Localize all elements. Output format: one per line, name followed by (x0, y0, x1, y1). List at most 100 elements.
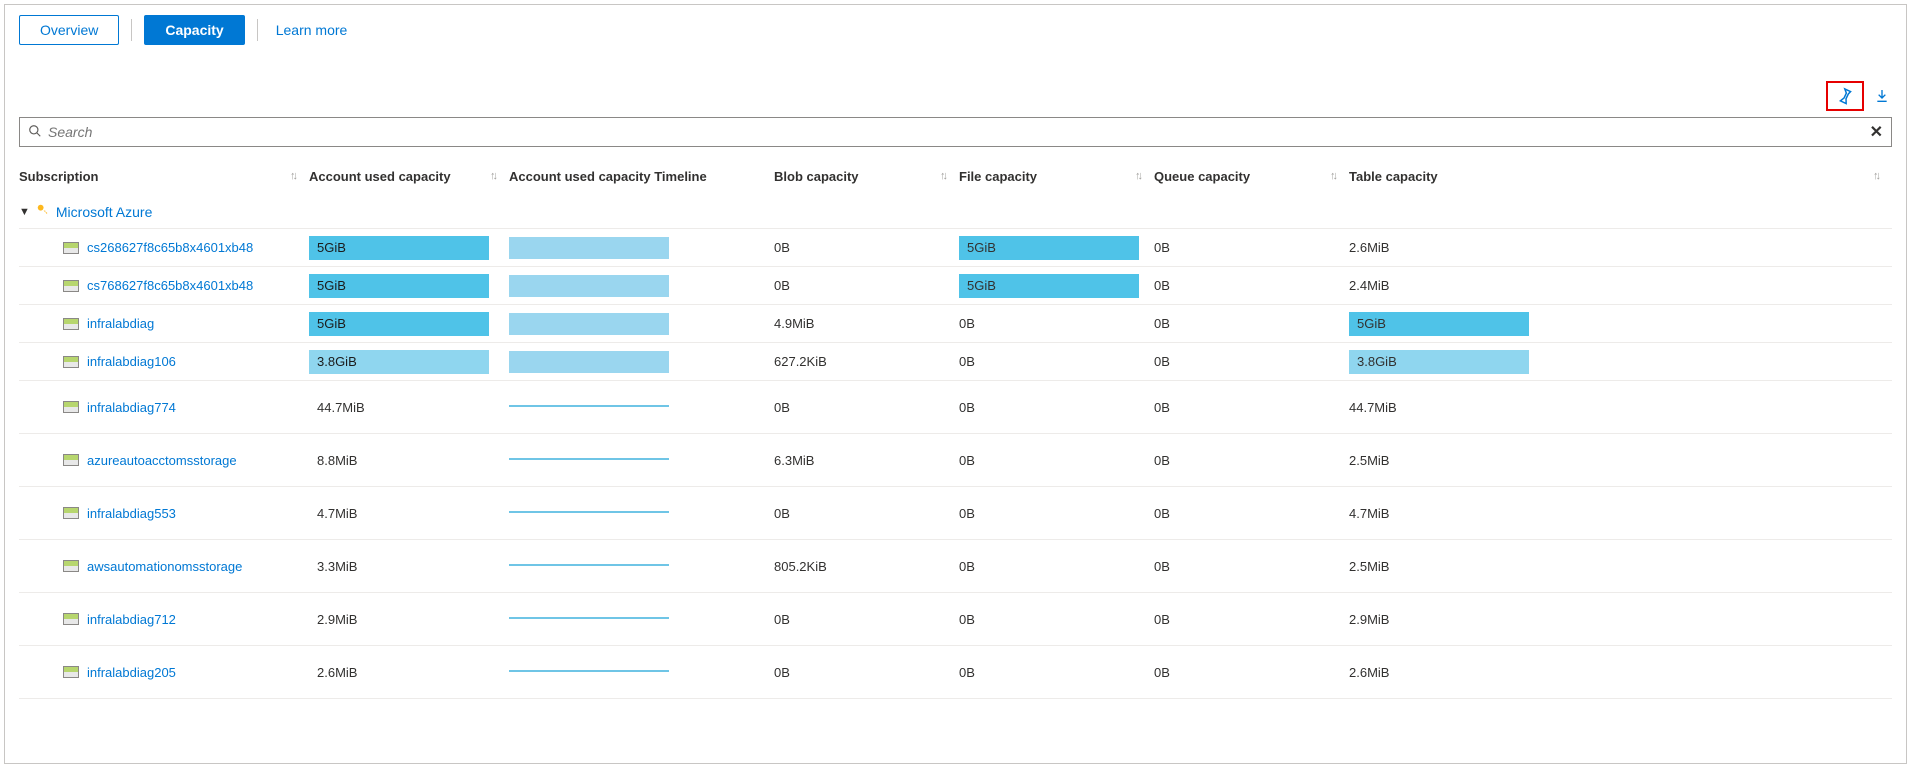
file-capacity-value: 0B (959, 500, 1154, 527)
used-capacity-cell: 5GiB (309, 268, 509, 304)
capacity-grid: Subscription ↑↓ Account used capacity ↑↓… (19, 157, 1892, 699)
file-capacity-value: 5GiB (959, 230, 1154, 266)
storage-account-link[interactable]: infralabdiag106 (19, 348, 309, 375)
sort-icon[interactable]: ↑↓ (1135, 170, 1140, 182)
col-label: Table capacity (1349, 169, 1438, 184)
file-capacity-value: 0B (959, 606, 1154, 633)
search-icon (28, 124, 42, 141)
col-table[interactable]: Table capacity ↑↓ (1349, 169, 1892, 184)
file-capacity-value: 0B (959, 394, 1154, 421)
table-capacity-value: 3.8GiB (1349, 344, 1892, 380)
queue-capacity-value: 0B (1154, 500, 1349, 527)
col-subscription[interactable]: Subscription ↑↓ (19, 169, 309, 184)
timeline-cell (509, 381, 774, 433)
tab-bar: Overview Capacity Learn more (19, 15, 1892, 45)
pin-icon[interactable] (1836, 87, 1854, 105)
storage-account-link[interactable]: infralabdiag553 (19, 500, 309, 527)
table-capacity-value: 2.5MiB (1349, 553, 1892, 580)
blob-capacity-value: 0B (774, 659, 959, 686)
timeline-sparkline (509, 564, 669, 586)
storage-account-link[interactable]: azureautoacctomsstorage (19, 447, 309, 474)
storage-account-link[interactable]: infralabdiag205 (19, 659, 309, 686)
sort-icon[interactable]: ↑↓ (490, 170, 495, 182)
used-capacity-cell: 3.8GiB (309, 344, 509, 380)
storage-account-link[interactable]: cs268627f8c65b8x4601xb48 (19, 234, 309, 261)
used-capacity-cell: 8.8MiB (309, 442, 509, 478)
storage-account-link[interactable]: infralabdiag (19, 310, 309, 337)
sort-icon[interactable]: ↑↓ (1873, 170, 1878, 182)
learn-more-link[interactable]: Learn more (276, 22, 348, 38)
timeline-sparkline (509, 670, 669, 692)
storage-account-icon (63, 507, 79, 519)
search-input[interactable] (48, 124, 1870, 140)
pin-highlight-box (1826, 81, 1864, 111)
storage-account-link[interactable]: infralabdiag774 (19, 394, 309, 421)
col-label: File capacity (959, 169, 1037, 184)
tab-capacity[interactable]: Capacity (144, 15, 244, 45)
tab-separator (257, 19, 258, 41)
key-icon (36, 203, 50, 220)
storage-account-icon (63, 242, 79, 254)
timeline-sparkline (509, 313, 669, 335)
storage-account-link[interactable]: awsautomationomsstorage (19, 553, 309, 580)
timeline-sparkline (509, 351, 669, 373)
timeline-cell (509, 231, 774, 265)
blob-capacity-value: 805.2KiB (774, 553, 959, 580)
caret-down-icon: ▼ (19, 206, 30, 218)
file-capacity-value: 0B (959, 553, 1154, 580)
table-capacity-value: 2.4MiB (1349, 272, 1892, 299)
capacity-value: 3.3MiB (309, 554, 489, 578)
file-capacity-value: 0B (959, 310, 1154, 337)
storage-account-name: infralabdiag712 (87, 612, 176, 627)
blob-capacity-value: 6.3MiB (774, 447, 959, 474)
col-queue[interactable]: Queue capacity ↑↓ (1154, 169, 1349, 184)
queue-capacity-value: 0B (1154, 348, 1349, 375)
action-bar (19, 81, 1892, 111)
col-account-used[interactable]: Account used capacity ↑↓ (309, 169, 509, 184)
group-row-subscription[interactable]: ▼ Microsoft Azure (19, 195, 1892, 229)
table-row: infralabdiag2052.6MiB0B0B0B2.6MiB (19, 646, 1892, 699)
timeline-cell (509, 593, 774, 645)
storage-account-name: infralabdiag (87, 316, 154, 331)
col-blob[interactable]: Blob capacity ↑↓ (774, 169, 959, 184)
storage-account-icon (63, 356, 79, 368)
storage-account-icon (63, 454, 79, 466)
storage-account-icon (63, 280, 79, 292)
table-capacity-value: 5GiB (1349, 306, 1892, 342)
capacity-bar: 5GiB (309, 312, 489, 336)
col-label: Queue capacity (1154, 169, 1250, 184)
blob-capacity-value: 0B (774, 234, 959, 261)
capacity-bar: 3.8GiB (1349, 350, 1529, 374)
sort-icon[interactable]: ↑↓ (940, 170, 945, 182)
capacity-bar: 5GiB (959, 236, 1139, 260)
table-row: azureautoacctomsstorage8.8MiB6.3MiB0B0B2… (19, 434, 1892, 487)
file-capacity-value: 0B (959, 659, 1154, 686)
table-capacity-value: 2.5MiB (1349, 447, 1892, 474)
queue-capacity-value: 0B (1154, 447, 1349, 474)
sort-icon[interactable]: ↑↓ (290, 170, 295, 182)
storage-capacity-panel: Overview Capacity Learn more ✕ (4, 4, 1907, 764)
col-timeline[interactable]: Account used capacity Timeline (509, 169, 774, 184)
storage-account-name: infralabdiag205 (87, 665, 176, 680)
storage-account-link[interactable]: cs768627f8c65b8x4601xb48 (19, 272, 309, 299)
queue-capacity-value: 0B (1154, 659, 1349, 686)
clear-search-icon[interactable]: ✕ (1870, 122, 1883, 142)
storage-account-link[interactable]: infralabdiag712 (19, 606, 309, 633)
storage-account-icon (63, 560, 79, 572)
storage-account-icon (63, 613, 79, 625)
blob-capacity-value: 0B (774, 500, 959, 527)
storage-account-name: infralabdiag774 (87, 400, 176, 415)
tab-overview[interactable]: Overview (19, 15, 119, 45)
col-label: Account used capacity (309, 169, 451, 184)
download-icon[interactable] (1874, 88, 1890, 104)
table-capacity-value: 2.9MiB (1349, 606, 1892, 633)
timeline-cell (509, 646, 774, 698)
table-row: infralabdiag1063.8GiB627.2KiB0B0B3.8GiB (19, 343, 1892, 381)
capacity-bar: 5GiB (959, 274, 1139, 298)
capacity-value: 8.8MiB (309, 448, 489, 472)
used-capacity-cell: 4.7MiB (309, 495, 509, 531)
sort-icon[interactable]: ↑↓ (1330, 170, 1335, 182)
table-row: infralabdiag5GiB4.9MiB0B0B5GiB (19, 305, 1892, 343)
timeline-cell (509, 307, 774, 341)
col-file[interactable]: File capacity ↑↓ (959, 169, 1154, 184)
